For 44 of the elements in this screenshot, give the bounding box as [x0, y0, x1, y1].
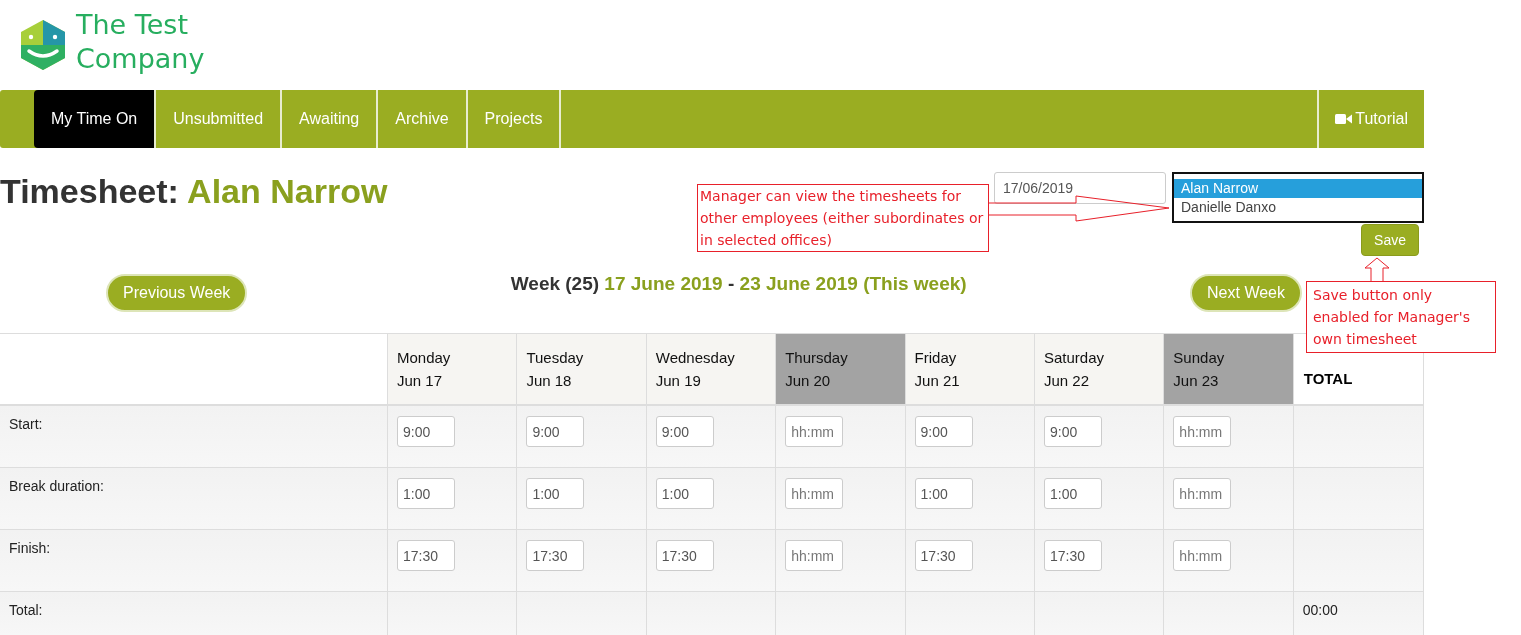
time-field[interactable]: 1:00 [655, 478, 714, 509]
nav-tab[interactable]: My Time On [34, 90, 157, 148]
time-field[interactable]: 17:30 [526, 540, 585, 571]
time-field[interactable]: 1:00 [397, 478, 455, 509]
time-field[interactable]: 9:00 [914, 416, 973, 447]
time-field[interactable]: hh:mm [1173, 478, 1232, 509]
day-header: Thursday Jun 20 [776, 334, 906, 406]
row-label: Break duration: [0, 468, 388, 530]
day-header: Wednesday Jun 19 [646, 334, 777, 406]
cube-logo-icon [20, 19, 66, 71]
row-label: Finish: [0, 530, 388, 592]
day-header: Monday Jun 17 [388, 334, 518, 406]
time-field[interactable]: hh:mm [785, 540, 844, 571]
total-value: 00:00 [1293, 592, 1424, 635]
row-label: Start: [0, 406, 388, 468]
time-field[interactable]: 1:00 [914, 478, 973, 509]
day-header: Friday Jun 21 [905, 334, 1035, 406]
time-field[interactable]: hh:mm [785, 416, 844, 447]
time-field[interactable]: 9:00 [655, 416, 714, 447]
employee-list[interactable]: Alan Narrow Danielle Danxo [1172, 172, 1424, 223]
time-field[interactable]: hh:mm [1173, 416, 1232, 447]
date-field[interactable]: 17/06/2019 [994, 172, 1166, 204]
week-heading: Week (25) 17 June 2019 - 23 June 2019 (This week) [510, 273, 967, 295]
time-field[interactable]: 1:00 [526, 478, 585, 509]
time-field[interactable]: 9:00 [526, 416, 585, 447]
time-field[interactable]: 17:30 [914, 540, 973, 571]
company-name: The Test Company [76, 8, 205, 76]
time-field[interactable]: hh:mm [1173, 540, 1232, 571]
day-header: Saturday Jun 22 [1034, 334, 1165, 406]
annotation-arrow [1364, 257, 1390, 282]
time-field[interactable]: hh:mm [785, 478, 844, 509]
day-header: Sunday Jun 23 [1164, 334, 1294, 406]
time-field[interactable]: 17:30 [397, 540, 455, 571]
row-label: Total: [0, 592, 388, 635]
time-field[interactable]: 17:30 [1043, 540, 1102, 571]
annotation-note: Manager can view the timesheets for other employees (either subordinates or in selected offices) [697, 184, 989, 252]
time-field[interactable]: 9:00 [397, 416, 455, 447]
annotation-note: Save button only enabled for Manager's own timesheet [1306, 281, 1496, 353]
day-header: Tuesday Jun 18 [517, 334, 647, 406]
time-field[interactable]: 9:00 [1043, 416, 1102, 447]
video-camera-icon [1335, 113, 1353, 125]
time-field[interactable]: 1:00 [1043, 478, 1102, 509]
page-title: Timesheet: Alan Narrow [0, 172, 388, 211]
time-field[interactable]: 17:30 [655, 540, 714, 571]
